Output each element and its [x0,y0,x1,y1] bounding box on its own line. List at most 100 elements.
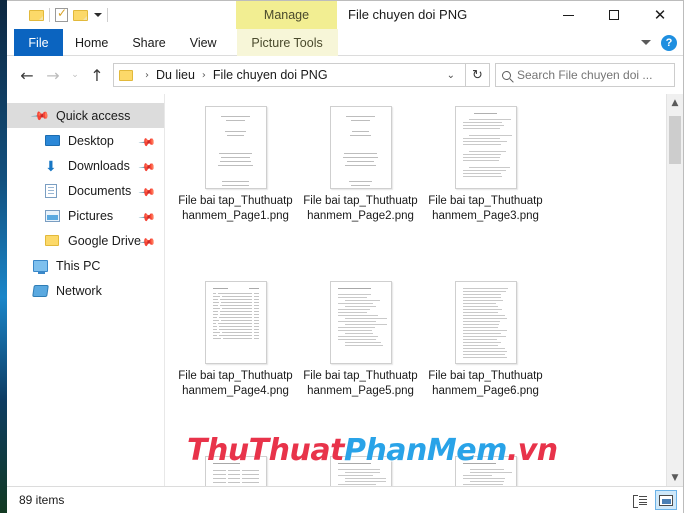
download-icon-wrap: ⬇ [45,159,62,173]
watermark-part-2: PhanMem [343,433,507,468]
quick-access-toolbar [29,1,108,29]
tab-home[interactable]: Home [63,29,120,56]
file-item[interactable]: File bai tap_Thuthuatphanmem_Page2.png [298,102,423,277]
properties-icon[interactable] [55,6,68,22]
pin-icon[interactable]: 📌 [138,208,157,227]
close-icon: ✕ [653,5,667,24]
up-button[interactable]: ↑ [84,62,110,88]
sidebar-item-documents[interactable]: Documents 📌 [7,178,164,203]
qat-divider [49,8,50,22]
sidebar-item-downloads[interactable]: ⬇ Downloads 📌 [7,153,164,178]
pin-icon[interactable]: 📌 [138,233,157,252]
breadcrumb-separator-2: › [201,69,206,81]
breadcrumb-item-du-lieu[interactable]: Du lieu [156,68,195,82]
tab-share[interactable]: Share [120,29,177,56]
new-folder-icon[interactable] [73,9,88,21]
path-folder-icon [119,69,133,81]
tab-picture-tools[interactable]: Picture Tools [236,29,338,56]
breadcrumb-item-file-chuyen-doi-png[interactable]: File chuyen doi PNG [213,68,328,82]
ribbon-right-controls: ? [641,29,677,56]
sidebar-item-label: Network [56,283,102,298]
scrollbar-thumb[interactable] [669,116,681,164]
file-name: File bai tap_Thuthuatphanmem_Page6.png [428,370,543,397]
breadcrumb-dropdown-icon[interactable]: ⌄ [439,70,463,81]
file-item[interactable]: File bai tap_Thuthuatphanmem_Page6.png [423,277,548,452]
file-name: File bai tap_Thuthuatphanmem_Page2.png [303,195,418,222]
file-item[interactable]: File bai tap_Thuthuatphanmem_Page3.png [423,102,548,277]
window-title: File chuyen doi PNG [348,7,468,22]
file-thumbnail [329,106,392,189]
recent-locations-button[interactable]: ⌄ [66,62,84,88]
item-count: 89 items [19,493,65,507]
monitor-icon [45,135,60,146]
navigation-pane: 📌 Quick access Desktop 📌 ⬇ Downloads 📌 Document… [7,94,165,486]
help-icon[interactable]: ? [661,34,677,51]
pin-icon: 📌 [30,105,51,126]
maximize-button[interactable] [591,1,637,29]
search-box[interactable] [495,63,675,87]
minimize-button[interactable] [545,1,591,29]
details-view-button[interactable] [629,490,651,510]
sidebar-item-network[interactable]: Network [7,278,164,303]
vertical-scrollbar[interactable]: ▲ ▼ [666,94,683,486]
breadcrumb[interactable]: › Du lieu › File chuyen doi PNG ⌄ [113,63,466,87]
ribbon-tab-bar: File Home Share View Picture Tools ? [7,29,683,56]
back-button[interactable]: ← [14,62,40,88]
search-input[interactable] [517,68,668,82]
explorer-body: 📌 Quick access Desktop 📌 ⬇ Downloads 📌 Document… [7,94,683,486]
sidebar-item-desktop[interactable]: Desktop 📌 [7,128,164,153]
file-item[interactable]: File bai tap_Thuthuatphanmem_Page5.png [298,277,423,452]
sidebar-item-label: This PC [56,258,101,273]
refresh-button[interactable]: ↻ [466,63,490,87]
sidebar-item-quick-access[interactable]: 📌 Quick access [7,103,164,128]
pin-icon-wrap: 📌 [30,105,50,125]
details-view-icon [633,494,647,508]
network-icon-wrap [32,284,50,297]
forward-button[interactable]: → [40,62,66,88]
document-icon [45,183,57,198]
file-thumbnail [204,106,267,189]
scroll-down-icon[interactable]: ▼ [667,469,683,486]
tab-file[interactable]: File [14,29,63,56]
qat-divider-2 [107,8,108,22]
sidebar-item-label: Documents [68,183,132,198]
sidebar-item-this-pc[interactable]: This PC [7,253,164,278]
contextual-tab-manage[interactable]: Manage [236,1,337,29]
large-icons-view-icon [659,494,673,506]
sidebar-item-label: Downloads [68,158,130,173]
file-thumbnail [329,281,392,364]
file-item[interactable]: File bai tap_Thuthuatphanmem_Page1.png [173,102,298,277]
monitor-icon-wrap [45,135,62,146]
scroll-up-icon[interactable]: ▲ [667,94,683,111]
file-explorer-window: Manage File chuyen doi PNG ✕ File Home S… [7,0,684,513]
icon-grid: File bai tap_Thuthuatphanmem_Page1.png Fi… [165,94,666,486]
tab-view[interactable]: View [178,29,229,56]
search-icon [502,70,511,80]
breadcrumb-separator-1: › [145,69,149,81]
pin-icon[interactable]: 📌 [138,183,157,202]
watermark-part-3: .vn [506,433,558,468]
folder-icon-wrap [45,235,62,246]
file-name: File bai tap_Thuthuatphanmem_Page3.png [428,195,543,222]
pin-icon[interactable]: 📌 [138,158,157,177]
folder-icon [45,235,59,246]
desktop-background-strip [0,0,7,513]
chevron-down-icon[interactable] [94,13,102,17]
computer-icon [33,259,48,274]
file-name: File bai tap_Thuthuatphanmem_Page5.png [303,370,418,397]
file-thumbnail [454,106,517,189]
download-icon: ⬇ [45,157,57,174]
network-icon [32,284,49,297]
close-button[interactable]: ✕ [637,1,683,29]
sidebar-item-pictures[interactable]: Pictures 📌 [7,203,164,228]
window-controls: ✕ [545,1,683,29]
sidebar-item-label: Quick access [56,108,131,123]
large-icons-view-button[interactable] [655,490,677,510]
maximize-icon [609,10,619,20]
folder-icon[interactable] [29,9,44,21]
expand-ribbon-icon[interactable] [641,40,651,45]
pin-icon[interactable]: 📌 [138,133,157,152]
file-list-pane[interactable]: File bai tap_Thuthuatphanmem_Page1.png Fi… [165,94,683,486]
file-item[interactable]: File bai tap_Thuthuatphanmem_Page4.png [173,277,298,452]
sidebar-item-google-drive[interactable]: Google Drive 📌 [7,228,164,253]
